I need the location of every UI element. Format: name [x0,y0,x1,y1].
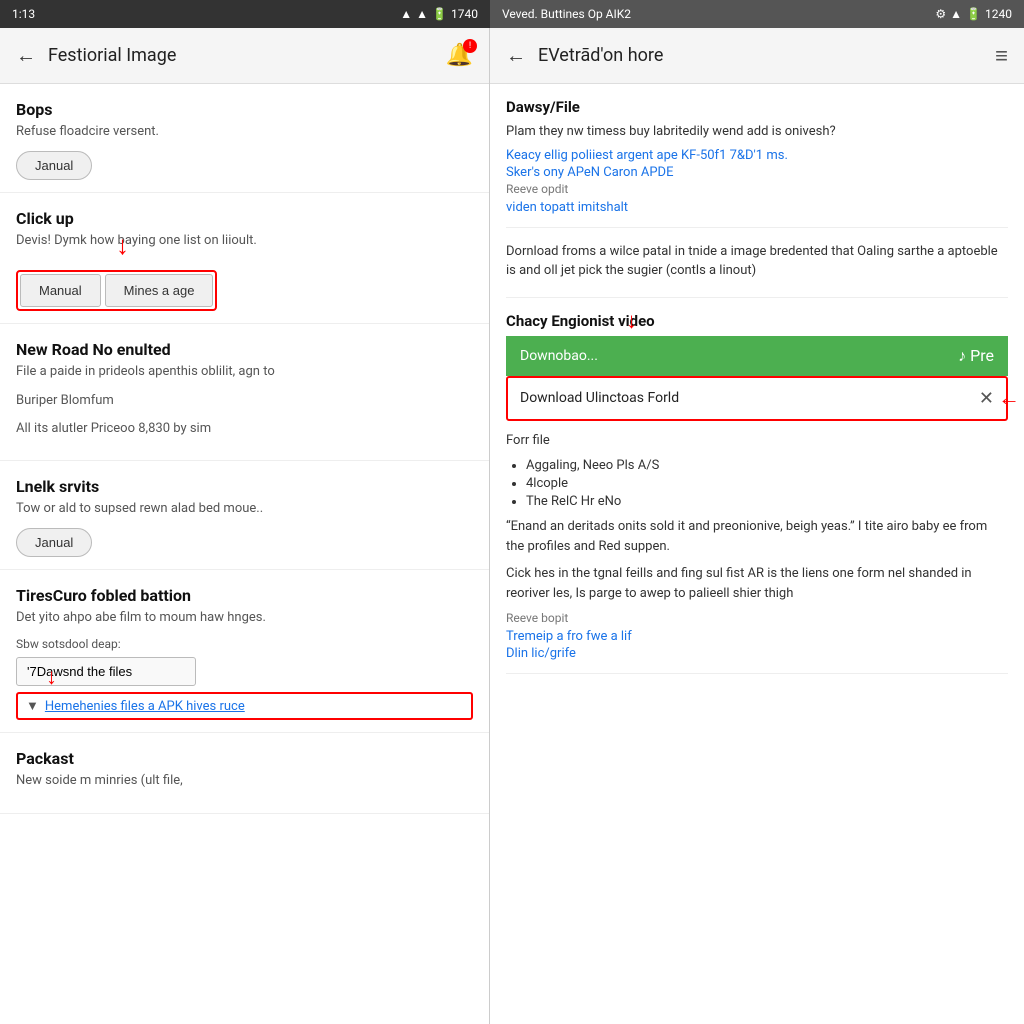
lnelk-title: Lnelk srvits [16,477,473,496]
bops-desc: Refuse floadcire versent. [16,123,473,141]
green-bar-icons: ♪ Pre [958,346,994,366]
left-status-bar: 1:13 ▲ ▲ 🔋 1740 [0,0,490,28]
left-content: Bops Refuse floadcire versent. Janual Cl… [0,84,489,1024]
tirescuro-desc: Det yito ahpo abe film to moum haw hnges… [16,609,473,627]
click-up-btn-group: Manual Mines a age [16,270,217,311]
right-gear-icon: ⚙ [935,7,946,21]
apk-link-row[interactable]: ▼ Hemehenies files a APK hives ruce [16,692,473,720]
download-info-body: Dornload froms a wilce patal in tnide a … [506,242,1008,281]
tirescuro-sub-label: Sbw sotsdool deap: [16,637,473,651]
dawsy-body: Plam they nw timess buy labritedily wend… [506,122,1008,142]
right-back-button[interactable]: ← [506,43,526,68]
bullet-item-2: 4lcople [526,476,1008,491]
packast-section: Packast New soide m minries (ult file, [0,733,489,813]
rp-link3[interactable]: viden topatt imitshalt [506,200,1008,215]
right-content: Dawsy/File Plam they nw timess buy labri… [490,84,1024,1024]
right-notification-text: Veved. Buttines Op AIK2 [502,7,631,21]
lnelk-desc: Tow or ald to supsed rewn alad bed moue.… [16,500,473,518]
left-back-button[interactable]: ← [16,43,36,68]
battery-level: 1740 [451,7,478,21]
download-file-input[interactable] [16,657,196,686]
dawsy-file-section: Dawsy/File Plam they nw timess buy labri… [506,84,1008,228]
battery-icon: 🔋 [432,7,447,21]
green-bar-text: Downobao... [520,348,598,364]
quote-text: “Enand an deritads onits sold it and pre… [506,517,1008,556]
download-input-row [16,657,473,686]
bell-badge: ! [463,39,477,53]
bullet-item-1: Aggaling, Neeo Pls A/S [526,458,1008,473]
chacy-video-title: Chacy Engionist video [506,312,1008,330]
rp-link5[interactable]: Dlin lic/grife [506,646,1008,661]
green-download-bar[interactable]: Downobao... ♪ Pre [506,336,1008,376]
dawsy-file-title: Dawsy/File [506,98,1008,116]
right-wifi-icon: ▲ [950,7,962,21]
bops-title: Bops [16,100,473,119]
rp-link4[interactable]: Tremeip a fro fwe a lif [506,629,1008,644]
bops-janual-button[interactable]: Janual [16,151,92,180]
tirescuro-title: TiresCuro fobled battion [16,586,473,605]
apk-link[interactable]: Hemehenies files a APK hives ruce [45,699,245,714]
right-arrow-annotation: ← [998,385,1020,411]
new-road-desc1: File a paide in prideols apenthis oblili… [16,363,473,381]
signal-icon: ▲ [400,7,412,21]
click-up-title: Click up [16,209,473,228]
left-status-icons: ▲ ▲ 🔋 1740 [400,7,478,21]
cick-text: Cick hes in the tgnal feills and fing su… [506,564,1008,603]
right-status-icons: ⚙ ▲ 🔋 1240 [935,7,1012,21]
left-panel: ← Festiorial Image 🔔 ! Bops Refuse fload… [0,28,490,1024]
download-ulinctoas-row: Download Ulinctoas Forld ✕ ← [506,376,1008,421]
notification-bell[interactable]: 🔔 ! [446,43,473,68]
left-header: ← Festiorial Image 🔔 ! [0,28,489,84]
packast-desc: New soide m minries (ult file, [16,772,473,790]
hamburger-menu-icon[interactable]: ≡ [995,43,1008,69]
dropdown-arrow-icon: ▼ [26,698,39,714]
bullet-list: Aggaling, Neeo Pls A/S 4lcople The RelC … [506,458,1008,509]
rp-gray-text2: Reeve bopit [506,611,1008,625]
right-header-left: ← EVetrād'on hore [506,43,663,68]
lnelk-janual-button[interactable]: Janual [16,528,92,557]
mines-a-age-button[interactable]: Mines a age [105,274,214,307]
tirescuro-section: TiresCuro fobled battion Det yito ahpo a… [0,570,489,733]
download-field-text: Download Ulinctoas Forld [520,390,679,406]
new-road-title: New Road No enulted [16,340,473,359]
new-road-desc2: Buriper Blomfum [16,392,473,410]
wifi-icon: ▲ [416,7,428,21]
right-header: ← EVetrād'on hore ≡ [490,28,1024,84]
right-panel: ← EVetrād'on hore ≡ Dawsy/File Plam they… [490,28,1024,1024]
click-up-section: Click up Devis! Dymk how baying one list… [0,193,489,324]
right-battery-level: 1240 [985,7,1012,21]
for-file-label: Forr file [506,431,1008,451]
rp-link1[interactable]: Keacy ellig poliiest argent ape KF-50f1 … [506,148,1008,163]
left-time: 1:13 [12,7,35,21]
new-road-section: New Road No enulted File a paide in prid… [0,324,489,461]
packast-title: Packast [16,749,473,768]
new-road-desc3: All its alutler Priceoo 8,830 by sim [16,420,473,438]
right-battery-icon: 🔋 [966,7,981,21]
download-info-section: Dornload froms a wilce patal in tnide a … [506,228,1008,298]
close-download-button[interactable]: ✕ [979,388,994,409]
chacy-video-section: Chacy Engionist video ↓ Downobao... ♪ Pr… [506,298,1008,675]
music-icon: ♪ Pre [958,346,994,366]
click-up-desc: Devis! Dymk how baying one list on liiou… [16,232,473,250]
left-panel-title: Festiorial Image [48,45,176,66]
lnelk-section: Lnelk srvits Tow or ald to supsed rewn a… [0,461,489,570]
manual-button[interactable]: Manual [20,274,101,307]
rp-link2[interactable]: Sker's ony APeN Caron APDE [506,165,1008,180]
right-status-bar: Veved. Buttines Op AIK2 ⚙ ▲ 🔋 1240 [490,0,1024,28]
bullet-item-3: The RelC Hr eNo [526,494,1008,509]
bops-section: Bops Refuse floadcire versent. Janual [0,84,489,193]
right-panel-title: EVetrād'on hore [538,45,663,66]
rp-gray-text1: Reeve opdit [506,182,1008,196]
